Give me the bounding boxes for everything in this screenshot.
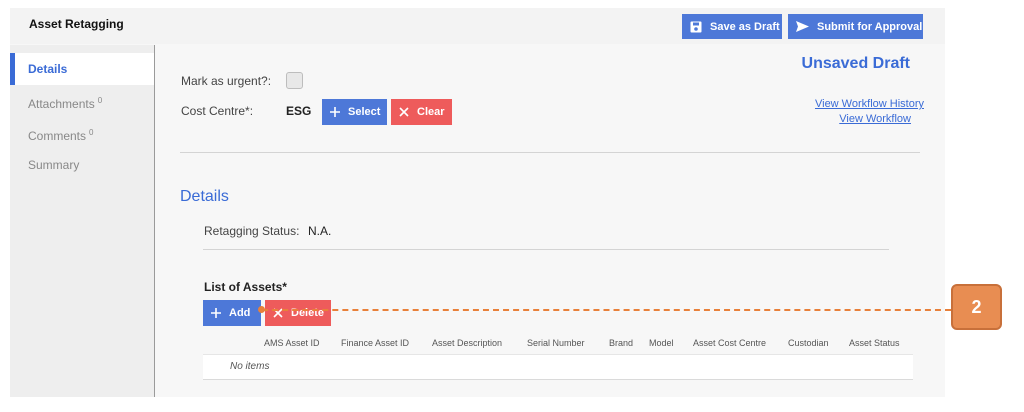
list-of-assets-title: List of Assets* <box>204 280 287 294</box>
sidebar-item-label: Summary <box>28 158 80 172</box>
select-cost-centre-button[interactable]: Select <box>322 99 387 125</box>
callout-badge: 2 <box>951 284 1002 330</box>
empty-table-message: No items <box>230 361 270 372</box>
send-icon <box>796 21 809 32</box>
column-header-asset-status[interactable]: Asset Status <box>849 338 900 348</box>
clear-cost-centre-button[interactable]: Clear <box>391 99 452 125</box>
header-bar: Asset Retagging Save as Draft Submit for… <box>10 8 945 44</box>
sidebar-item-label: Attachments <box>28 97 95 111</box>
submit-for-approval-label: Submit for Approval <box>817 20 923 33</box>
save-as-draft-label: Save as Draft <box>710 20 780 33</box>
sidebar: Details Attachments 0 Comments 0 Summary <box>10 45 155 397</box>
submit-for-approval-button[interactable]: Submit for Approval <box>788 14 923 39</box>
save-icon <box>690 21 702 32</box>
column-header-custodian[interactable]: Custodian <box>788 338 829 348</box>
draft-status-title: Unsaved Draft <box>801 55 910 72</box>
sidebar-item-attachments[interactable]: Attachments 0 <box>10 85 154 117</box>
divider <box>203 249 889 250</box>
sidebar-item-label: Details <box>28 62 68 76</box>
mark-urgent-checkbox[interactable] <box>286 72 303 89</box>
column-header-asset-cost-centre[interactable]: Asset Cost Centre <box>693 338 766 348</box>
attachments-count-badge: 0 <box>97 96 103 105</box>
view-workflow-link[interactable]: View Workflow <box>839 113 911 125</box>
sidebar-item-details[interactable]: Details <box>10 53 154 85</box>
sidebar-item-comments[interactable]: Comments 0 <box>10 117 154 149</box>
page-title: Asset Retagging <box>29 17 124 31</box>
add-asset-button[interactable]: Add <box>203 300 261 326</box>
app-window: Asset Retagging Save as Draft Submit for… <box>10 8 945 397</box>
close-icon <box>399 107 409 117</box>
sidebar-item-summary[interactable]: Summary <box>10 149 154 181</box>
main-content: Mark as urgent?: Cost Centre*: ESG Selec… <box>155 45 945 397</box>
column-header-ams-asset-id[interactable]: AMS Asset ID <box>264 338 320 348</box>
callout-connector-dot <box>258 306 265 313</box>
details-section-title: Details <box>180 188 229 205</box>
sidebar-item-label: Comments <box>28 129 87 143</box>
cost-centre-value: ESG <box>286 104 312 118</box>
mark-urgent-label: Mark as urgent?: <box>181 74 272 88</box>
select-label: Select <box>348 106 381 118</box>
column-header-serial-number[interactable]: Serial Number <box>527 338 585 348</box>
column-header-asset-description[interactable]: Asset Description <box>432 338 502 348</box>
view-workflow-history-link[interactable]: View Workflow History <box>815 98 924 110</box>
retagging-status-label: Retagging Status: <box>204 224 300 238</box>
callout-connector-line <box>262 309 951 311</box>
column-header-model[interactable]: Model <box>649 338 674 348</box>
save-as-draft-button[interactable]: Save as Draft <box>682 14 782 39</box>
cost-centre-label: Cost Centre*: <box>181 104 254 118</box>
clear-label: Clear <box>417 106 445 118</box>
divider <box>180 152 920 153</box>
plus-icon <box>330 107 340 117</box>
column-header-brand[interactable]: Brand <box>609 338 633 348</box>
plus-icon <box>211 308 221 318</box>
retagging-status-value: N.A. <box>308 224 332 238</box>
callout-number: 2 <box>971 296 982 317</box>
add-label: Add <box>229 307 251 319</box>
column-header-finance-asset-id[interactable]: Finance Asset ID <box>341 338 409 348</box>
assets-table-body: No items <box>203 354 913 380</box>
delete-asset-button[interactable]: Delete <box>265 300 331 326</box>
comments-count-badge: 0 <box>89 128 94 137</box>
